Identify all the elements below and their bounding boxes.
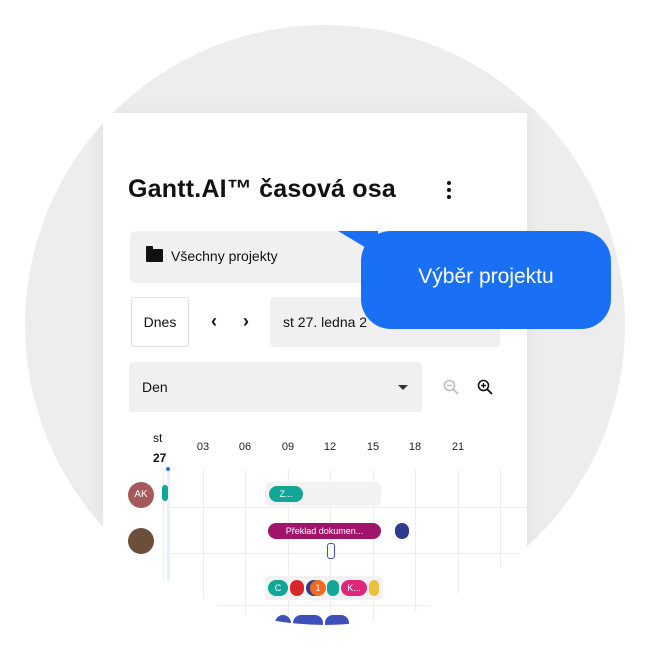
- task-bar[interactable]: Překlad dokumen...: [268, 523, 381, 539]
- callout-text: Výběr projektu: [418, 265, 554, 288]
- view-select[interactable]: Den: [129, 362, 422, 412]
- hour-label: 06: [238, 441, 252, 453]
- task-bar[interactable]: [369, 580, 379, 596]
- task-bar[interactable]: K...: [341, 580, 367, 596]
- folder-icon: [146, 246, 163, 262]
- zoom-in-icon[interactable]: [477, 379, 493, 395]
- hour-label: 18: [408, 441, 422, 453]
- task-bar[interactable]: [325, 615, 349, 625]
- day-number: 27: [153, 451, 167, 465]
- task-bar[interactable]: [275, 615, 291, 625]
- view-select-value: Den: [142, 379, 168, 395]
- hour-label: 15: [366, 441, 380, 453]
- task-bar[interactable]: Z...: [269, 486, 303, 502]
- day-name: st: [153, 431, 163, 445]
- chevron-right-icon[interactable]: ›: [241, 312, 251, 330]
- task-bar[interactable]: C: [268, 580, 288, 596]
- today-button[interactable]: Dnes: [131, 297, 189, 347]
- project-selector-label: Všechny projekty: [171, 248, 278, 264]
- task-bar[interactable]: [162, 485, 168, 501]
- hour-label: 12: [323, 441, 337, 453]
- page-title: Gantt.AI™ časová osa: [128, 175, 396, 203]
- callout-bubble: Výběr projektu: [361, 231, 611, 329]
- hour-label: 03: [196, 441, 210, 453]
- task-marker[interactable]: [327, 543, 335, 559]
- task-bar[interactable]: 1: [310, 580, 326, 596]
- task-bar[interactable]: [327, 580, 339, 596]
- timeline-panel: Gantt.AI™ časová osa Všechny projekty Dn…: [103, 113, 527, 625]
- chevron-left-icon[interactable]: ‹: [209, 312, 219, 330]
- hour-label: 09: [281, 441, 295, 453]
- caret-down-icon: [398, 385, 408, 390]
- hour-label: 21: [451, 441, 465, 453]
- avatar[interactable]: AK: [128, 482, 154, 508]
- current-time-marker: [166, 467, 170, 471]
- date-value: st 27. ledna 2: [283, 314, 368, 330]
- task-bar[interactable]: [395, 523, 409, 539]
- zoom-out-icon[interactable]: [443, 379, 459, 395]
- task-bar[interactable]: [293, 615, 323, 625]
- avatar[interactable]: [128, 528, 154, 554]
- task-bar[interactable]: [290, 580, 304, 596]
- more-options-icon[interactable]: [439, 179, 459, 201]
